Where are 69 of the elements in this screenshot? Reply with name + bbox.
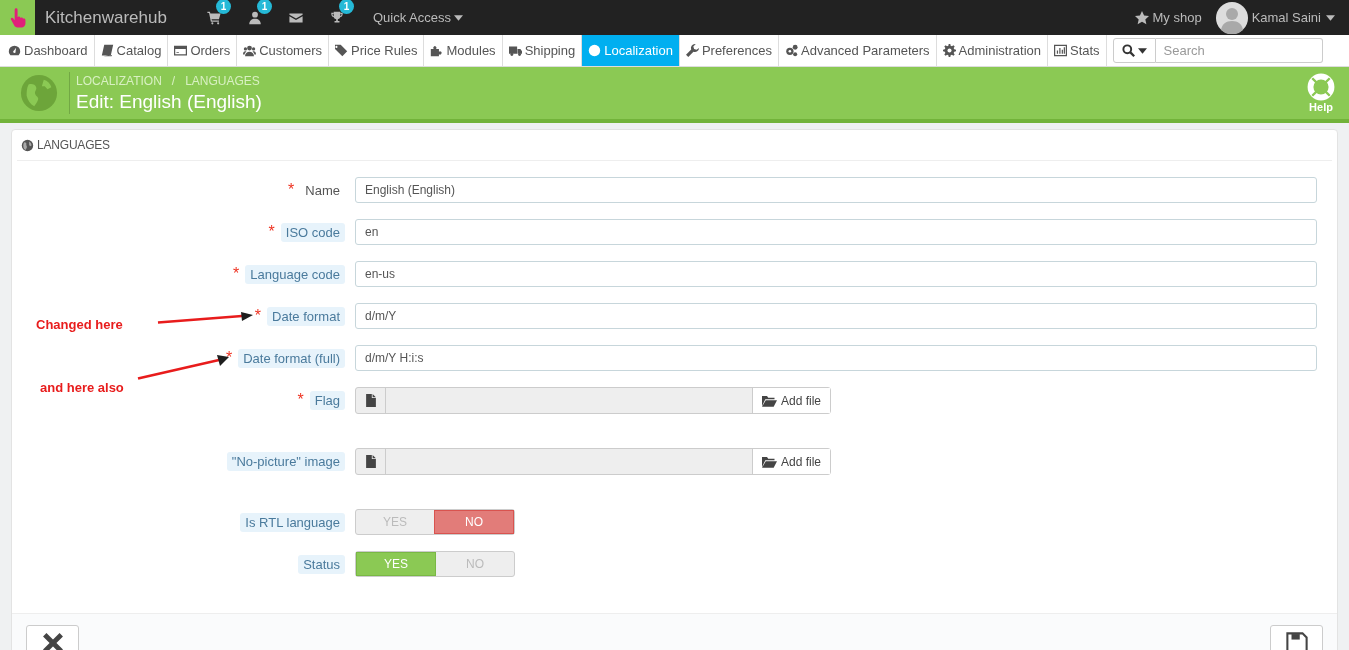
menu-tab[interactable]: Preferences <box>679 35 779 66</box>
count-badge: 1 <box>256 0 272 14</box>
menu-tab[interactable]: Catalog <box>94 35 169 66</box>
shop-link[interactable]: My shop <box>1135 10 1202 25</box>
menu-tab[interactable]: Advanced Parameters <box>779 35 937 66</box>
page-title: Edit: English (English) <box>76 90 262 113</box>
text-field[interactable]: d/m/Y H:i:s <box>355 345 1317 371</box>
users-icon <box>243 44 257 57</box>
gauge-icon <box>8 44 21 57</box>
close-icon <box>41 632 64 650</box>
count-badge: 1 <box>215 0 231 14</box>
tag-icon <box>335 44 348 57</box>
field-label: Language code <box>245 264 345 284</box>
book-icon <box>100 44 114 57</box>
required-asterisk: * <box>225 349 233 367</box>
required-asterisk: * <box>297 391 304 409</box>
menu-tab[interactable]: Modules <box>424 35 503 66</box>
search-type-button[interactable] <box>1112 38 1156 63</box>
hand-icon <box>8 7 27 28</box>
avatar-icon[interactable] <box>1215 1 1248 34</box>
required-asterisk: * <box>233 265 240 283</box>
menu-tab[interactable]: Administration <box>936 35 1048 66</box>
search-icon <box>1121 44 1135 57</box>
field-label: Flag <box>309 390 345 410</box>
field-label: Date format (full) <box>238 348 345 368</box>
floppy-icon <box>1285 632 1308 650</box>
trophy-icon[interactable] <box>329 10 344 25</box>
text-field[interactable]: en-us <box>355 261 1317 287</box>
count-badge: 1 <box>338 0 354 14</box>
breadcrumb-separator: / <box>171 73 176 88</box>
gears-icon <box>785 44 798 57</box>
user-menu[interactable]: Kamal Saini <box>1251 10 1335 25</box>
annotation-text: Changed here <box>36 317 123 332</box>
quick-access-menu[interactable]: Quick Access <box>372 10 463 25</box>
field-label: Is RTL language <box>240 512 345 532</box>
required-asterisk: * <box>268 223 275 241</box>
puzzle-icon <box>430 44 444 57</box>
user-icon[interactable] <box>247 10 262 25</box>
menu-tab[interactable]: Orders <box>168 35 238 66</box>
menu-tab[interactable]: Customers <box>237 35 329 66</box>
caret-icon <box>1326 14 1335 21</box>
gear-icon <box>942 44 956 57</box>
field-label: ISO code <box>280 222 345 242</box>
required-asterisk: * <box>288 181 295 199</box>
caret-icon <box>1137 47 1147 54</box>
required-asterisk: * <box>254 307 262 325</box>
search-field[interactable]: Search <box>1155 38 1323 63</box>
brand-name[interactable]: Kitchenwarehub <box>45 7 167 28</box>
field-label: Date format <box>267 306 345 326</box>
field-label: Name <box>304 181 341 200</box>
truck-icon <box>508 44 522 57</box>
star-icon <box>1135 10 1150 25</box>
text-field[interactable]: d/m/Y <box>355 303 1317 329</box>
menu-tab[interactable]: Dashboard <box>0 35 95 66</box>
annotation-text: and here also <box>40 380 124 395</box>
wrench-icon <box>685 44 699 57</box>
field-label: "No-picture" image <box>226 451 345 471</box>
menu-tab[interactable]: Price Rules <box>329 35 425 66</box>
panel-title: LANGUAGES <box>37 138 110 152</box>
caret-icon <box>453 14 463 21</box>
text-field[interactable]: en <box>355 219 1317 245</box>
lifebuoy-icon <box>1307 73 1335 101</box>
cart-icon[interactable] <box>206 10 221 25</box>
field-label: Status <box>298 554 345 574</box>
menu-tab[interactable]: Stats <box>1048 35 1107 66</box>
text-field[interactable]: English (English) <box>355 177 1317 203</box>
envelope-icon[interactable] <box>288 10 303 25</box>
credit-card-icon <box>174 44 188 57</box>
bar-chart-icon <box>1054 44 1067 57</box>
